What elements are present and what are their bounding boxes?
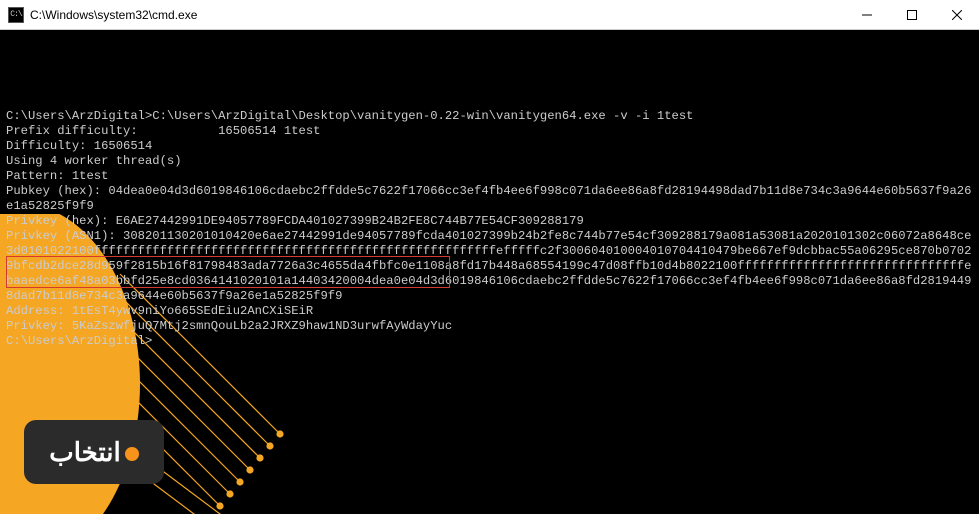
close-button[interactable] — [934, 0, 979, 29]
terminal-line: Privkey (ASN1): 308201130201010420e6ae27… — [6, 229, 973, 304]
terminal-line: Pattern: 1test — [6, 169, 973, 184]
terminal-output[interactable]: C:\Users\ArzDigital>C:\Users\ArzDigital\… — [0, 30, 979, 514]
terminal-line: Using 4 worker thread(s) — [6, 154, 973, 169]
terminal-line: Privkey: 5KaZszwfjuQ7Mtj2smnQouLb2a2JRXZ… — [6, 319, 973, 334]
window-title: C:\Windows\system32\cmd.exe — [30, 8, 844, 22]
window-titlebar: C:\ C:\Windows\system32\cmd.exe — [0, 0, 979, 30]
terminal-line: Difficulty: 16506514 — [6, 139, 973, 154]
terminal-line: Address: 1tEsT4ywv9niYo665SEdEiu2AnCXiSE… — [6, 304, 973, 319]
terminal-line: C:\Users\ArzDigital>C:\Users\ArzDigital\… — [6, 109, 973, 124]
terminal-line: Pubkey (hex): 04dea0e04d3d6019846106cdae… — [6, 184, 973, 214]
minimize-button[interactable] — [844, 0, 889, 29]
terminal-lines: C:\Users\ArzDigital>C:\Users\ArzDigital\… — [6, 109, 973, 349]
maximize-button[interactable] — [889, 0, 934, 29]
terminal-line: C:\Users\ArzDigital> — [6, 334, 973, 349]
bitcoin-icon — [125, 447, 139, 461]
watermark-text: انتخاب — [49, 445, 121, 460]
cmd-icon: C:\ — [8, 7, 24, 23]
terminal-line: Privkey (hex): E6AE27442991DE94057789FCD… — [6, 214, 973, 229]
watermark-badge: انتخاب — [24, 420, 164, 484]
terminal-line: Prefix difficulty: 16506514 1test — [6, 124, 973, 139]
window-controls — [844, 0, 979, 29]
